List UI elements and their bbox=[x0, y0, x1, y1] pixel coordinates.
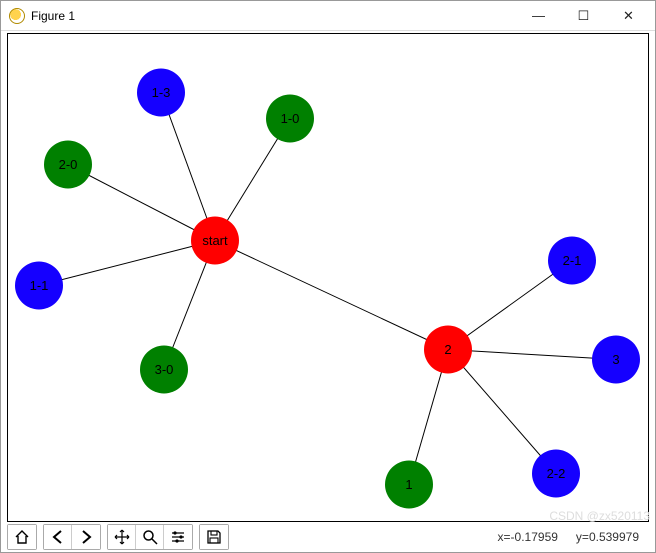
graph-node-label: 2-1 bbox=[563, 253, 582, 268]
graph-node-label: 3-0 bbox=[155, 362, 174, 377]
graph-node-label: 1-3 bbox=[152, 85, 171, 100]
graph-node-label: 3 bbox=[612, 352, 619, 367]
arrow-right-icon bbox=[78, 529, 94, 545]
graph-node-label: 2 bbox=[444, 342, 451, 357]
titlebar: Figure 1 — ☐ ✕ bbox=[1, 1, 655, 31]
close-button[interactable]: ✕ bbox=[606, 2, 651, 30]
home-icon bbox=[14, 529, 30, 545]
cursor-y: y=0.539979 bbox=[576, 530, 639, 544]
graph-node-label: 1 bbox=[405, 477, 412, 492]
toolbar: x=-0.17959 y=0.539979 bbox=[1, 522, 655, 552]
plot-canvas[interactable]: start 2 1-3 1-1 2-1 3 2-2 1-0 2-0 3-0 1 bbox=[7, 33, 649, 522]
graph-edge bbox=[68, 165, 215, 241]
forward-button[interactable] bbox=[72, 525, 100, 549]
network-graph: start 2 1-3 1-1 2-1 3 2-2 1-0 2-0 3-0 1 bbox=[8, 34, 648, 521]
window-title: Figure 1 bbox=[31, 9, 516, 23]
figure-window: Figure 1 — ☐ ✕ start 2 1-3 1-1 2-1 3 2-2 1-0 2-0… bbox=[0, 0, 656, 553]
cursor-x: x=-0.17959 bbox=[498, 530, 558, 544]
graph-edge bbox=[448, 350, 616, 360]
graph-node-label: 1-1 bbox=[30, 278, 49, 293]
zoom-icon bbox=[142, 529, 158, 545]
watermark: CSDN @zx520113 bbox=[549, 509, 650, 523]
move-icon bbox=[114, 529, 130, 545]
save-button[interactable] bbox=[200, 525, 228, 549]
graph-node-label: 2-0 bbox=[59, 157, 78, 172]
arrow-left-icon bbox=[50, 529, 66, 545]
configure-button[interactable] bbox=[164, 525, 192, 549]
maximize-button[interactable]: ☐ bbox=[561, 2, 606, 30]
window-controls: — ☐ ✕ bbox=[516, 2, 651, 30]
statusbar: x=-0.17959 y=0.539979 bbox=[235, 530, 649, 544]
back-button[interactable] bbox=[44, 525, 72, 549]
minimize-button[interactable]: — bbox=[516, 2, 561, 30]
save-icon bbox=[206, 529, 222, 545]
graph-edge bbox=[39, 241, 215, 286]
graph-node-label: 1-0 bbox=[281, 111, 300, 126]
pan-button[interactable] bbox=[108, 525, 136, 549]
graph-edge bbox=[448, 350, 556, 474]
zoom-button[interactable] bbox=[136, 525, 164, 549]
graph-node-label: start bbox=[202, 233, 228, 248]
app-icon bbox=[9, 8, 25, 24]
home-button[interactable] bbox=[8, 525, 36, 549]
graph-node-label: 2-2 bbox=[547, 466, 566, 481]
sliders-icon bbox=[170, 529, 186, 545]
graph-edge bbox=[215, 241, 448, 350]
